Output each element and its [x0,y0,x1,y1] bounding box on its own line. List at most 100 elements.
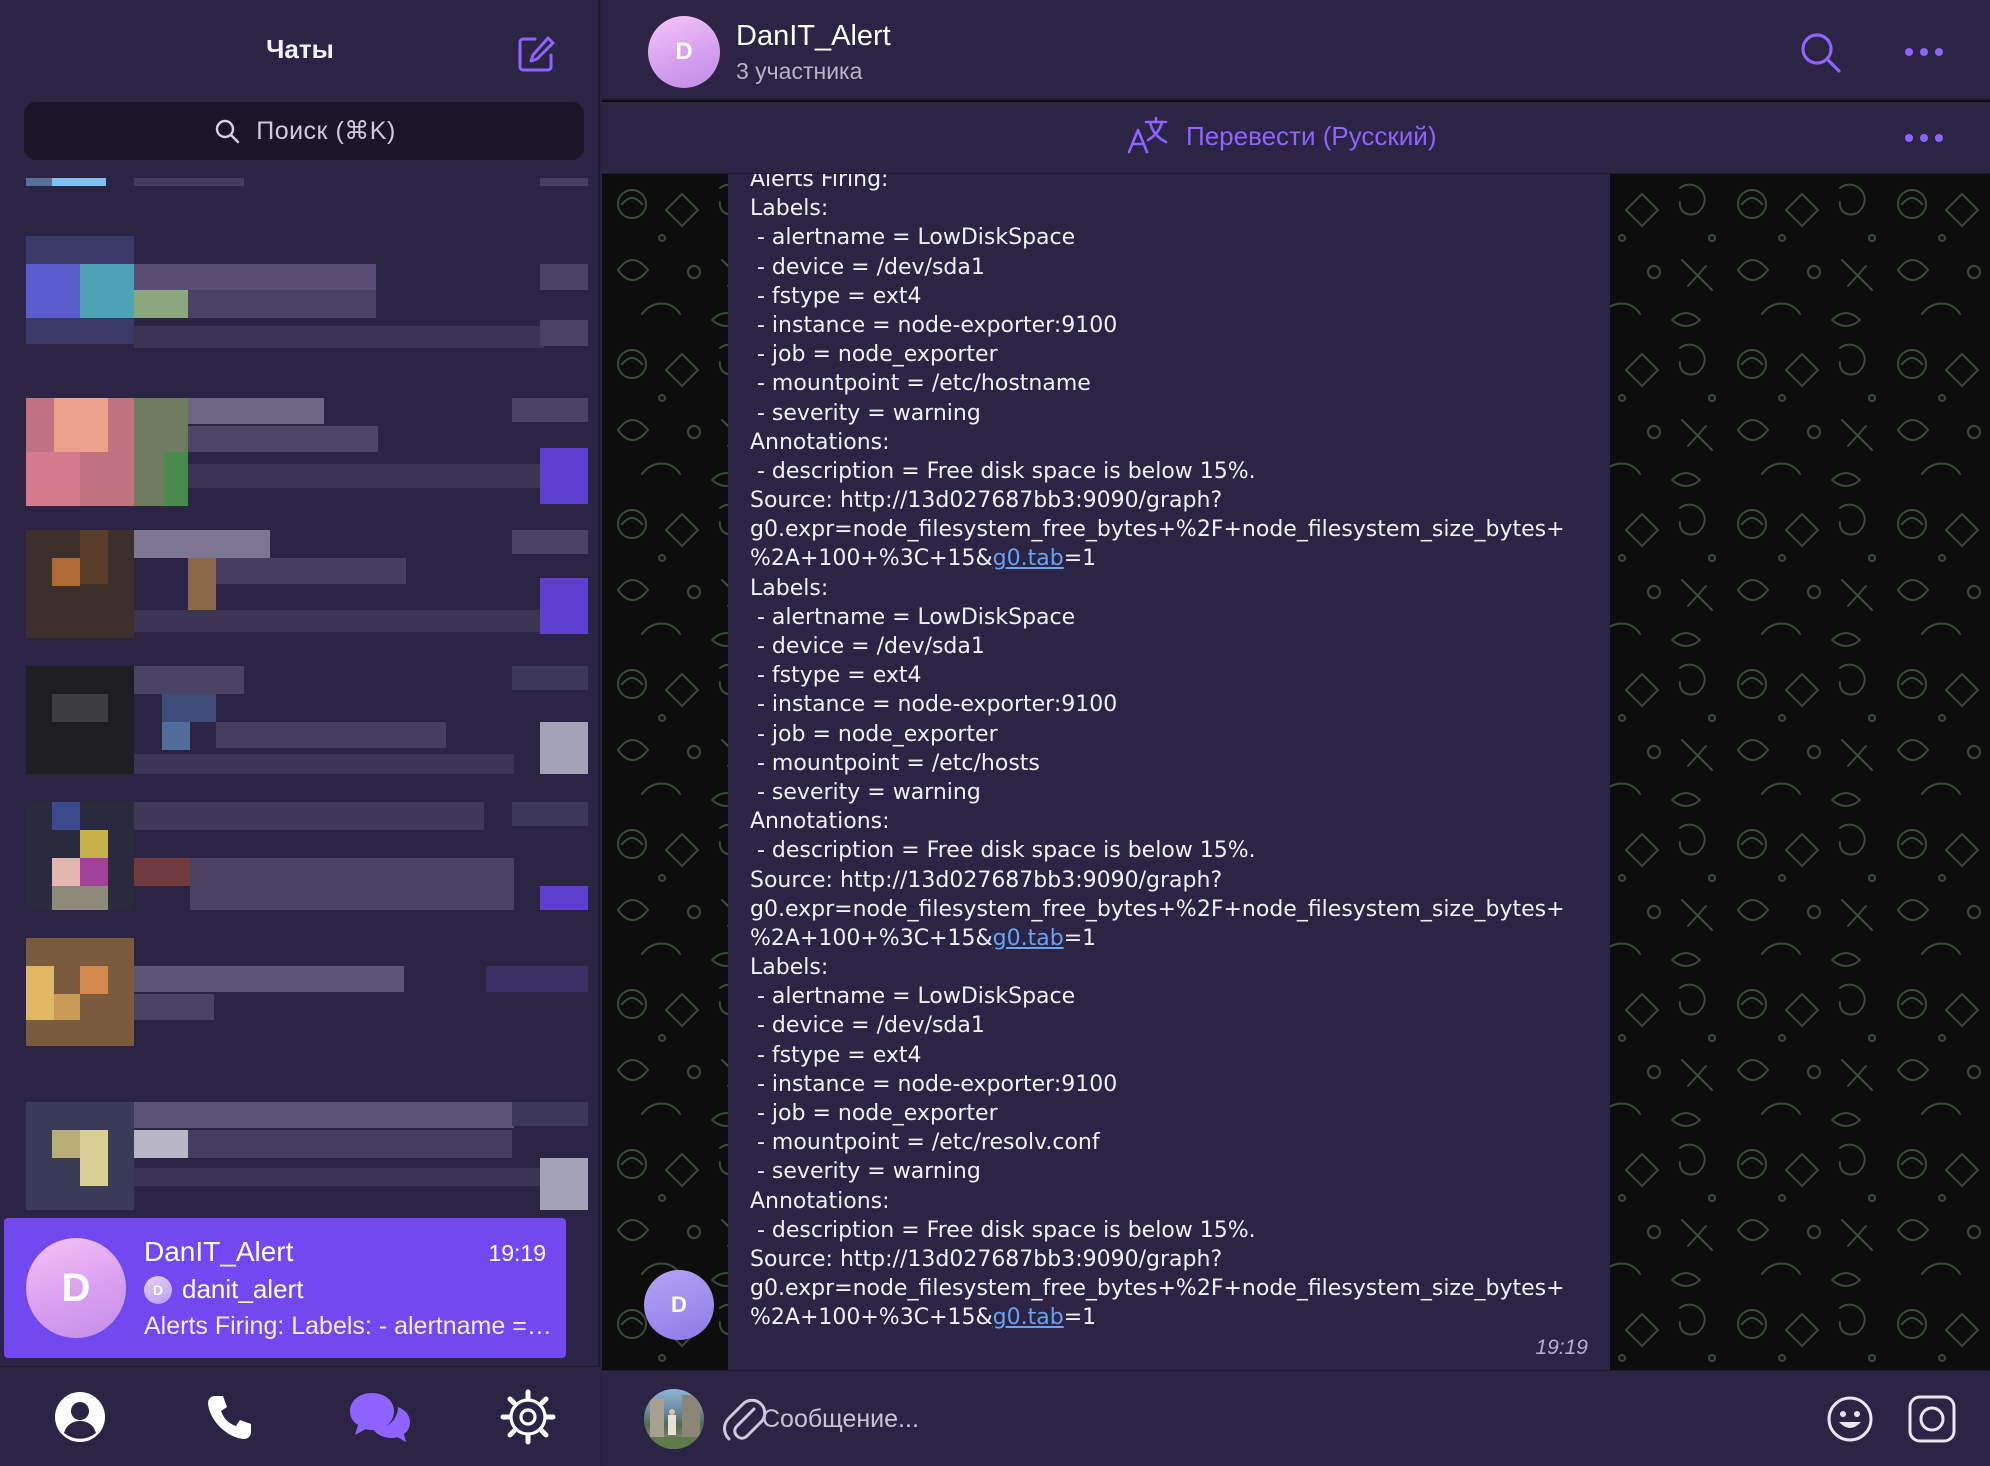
message-line: g0.expr=node_filesystem_free_bytes+%2F+n… [750,1274,1565,1303]
message-line: %2A+100+%3C+15&g0.tab=1 [750,544,1565,573]
camera-square-icon [1908,1395,1956,1443]
message-link[interactable]: g0.tab [993,546,1064,571]
message-line: - device = /dev/sda1 [750,1011,1565,1040]
message-line: Labels: [750,194,1565,223]
avatar: D [26,1238,126,1338]
message-line: Source: http://13d027687bb3:9090/graph? [750,486,1565,515]
message-line: g0.expr=node_filesystem_free_bytes+%2F+n… [750,895,1565,924]
tab-contacts[interactable] [48,1385,112,1449]
chat-list[interactable] [0,178,600,1218]
chat-sidebar: Чаты Поиск (⌘K) D DanIT_Alert 19:19 D da… [0,0,600,1466]
message-line-text: Labels: [750,196,829,222]
message-line: Labels: [750,953,1565,982]
message-line: Labels: [750,574,1565,603]
message-line-text: - description = Free disk space is below… [750,1217,1256,1243]
chat-panel: D DanIT_Alert 3 участника Перевести (Рус… [602,0,1990,1466]
chat-list-item[interactable] [0,802,600,932]
message-line: - severity = warning [750,399,1565,428]
message-line-text: - fstype = ext4 [750,283,922,309]
translate-icon [1127,116,1168,154]
sender-avatar[interactable]: D [644,1270,714,1340]
translate-button[interactable]: Перевести (Русский) [1126,116,1437,156]
paperclip-icon [723,1398,766,1441]
search-input[interactable]: Поиск (⌘K) [24,102,584,160]
compose-icon [518,36,555,72]
message-line-text: Annotations: [750,429,890,455]
search-button[interactable] [1792,24,1848,80]
message-line-tail: =1 [1063,546,1097,572]
message-line-text: %2A+100+%3C+15& [750,925,993,951]
tab-calls[interactable] [198,1385,262,1449]
member-count: 3 участника [736,58,863,84]
message-line-text: - severity = warning [750,779,981,805]
message-line-text: - job = node_exporter [750,721,998,747]
message-line: - job = node_exporter [750,720,1565,749]
message-line-text: - severity = warning [750,400,981,426]
message-line-text: g0.expr=node_filesystem_free_bytes+%2F+n… [750,896,1565,922]
bottom-tab-bar [0,1366,600,1466]
compose-button[interactable] [512,30,560,78]
message-line: - alertname = LowDiskSpace [750,982,1565,1011]
avatar-photo-icon [644,1395,704,1449]
chat-header: D DanIT_Alert 3 участника [602,0,1990,100]
video-message-button[interactable] [1904,1391,1960,1447]
search-icon [212,116,242,146]
message-line: %2A+100+%3C+15&g0.tab=1 [750,924,1565,953]
message-line-text: Source: http://13d027687bb3:9090/graph? [750,867,1223,893]
message-line-text: Source: http://13d027687bb3:9090/graph? [750,1246,1223,1272]
message-line: - alertname = LowDiskSpace [750,223,1565,252]
chat-bubbles-icon [350,1393,410,1442]
message-line-text: - job = node_exporter [750,342,998,368]
chat-list-item[interactable] [0,530,600,660]
chat-list-item[interactable] [0,666,600,796]
chat-time: 19:19 [488,1240,546,1266]
emoji-button[interactable] [1822,1391,1878,1447]
message-line-text: Labels: [750,575,829,601]
chat-avatar[interactable]: D [648,16,720,88]
chat-list-item[interactable] [0,398,600,528]
message-composer [602,1370,1990,1466]
tab-chats[interactable] [348,1385,412,1449]
chat-list-item[interactable] [0,1102,600,1218]
message-line: - device = /dev/sda1 [750,632,1565,661]
message-time: 19:19 [1535,1336,1588,1359]
chat-list-item[interactable] [0,938,600,1068]
message-line: Alerts Firing: [750,174,1565,194]
chat-name: DanIT_Alert [144,1236,294,1267]
message-line-text: - fstype = ext4 [750,1042,922,1068]
message-line-text: %2A+100+%3C+15& [750,546,993,572]
message-line-text: g0.expr=node_filesystem_free_bytes+%2F+n… [750,1276,1565,1302]
message-bubble[interactable]: Alerts Firing: Labels: - alertname = LowD… [728,174,1610,1370]
sidebar-title: Чаты [266,34,334,64]
message-line: - mountpoint = /etc/hosts [750,749,1565,778]
phone-icon [208,1396,251,1439]
tab-settings[interactable] [496,1385,560,1449]
user-avatar[interactable] [644,1389,704,1449]
chat-list-item-danit-alert[interactable]: D DanIT_Alert 19:19 D danit_alert Alerts… [4,1218,566,1358]
message-line-text: - device = /dev/sda1 [750,254,985,280]
message-line-text: - mountpoint = /etc/hostname [750,371,1091,397]
message-line: - description = Free disk space is below… [750,457,1565,486]
more-button[interactable] [1896,24,1952,80]
message-line: Annotations: [750,807,1565,836]
chat-list-item[interactable] [0,236,600,366]
message-link[interactable]: g0.tab [993,1305,1064,1330]
gear-icon [500,1389,556,1445]
chat-list-item[interactable] [0,178,600,208]
translate-options-button[interactable] [1896,110,1952,166]
smiley-icon [1827,1396,1873,1442]
message-line: - description = Free disk space is below… [750,836,1565,865]
chat-title[interactable]: DanIT_Alert [736,20,891,53]
message-line: - fstype = ext4 [750,282,1565,311]
message-line: Source: http://13d027687bb3:9090/graph? [750,1245,1565,1274]
message-input[interactable] [762,1393,1762,1445]
message-line: - severity = warning [750,1157,1565,1186]
message-line-text: - device = /dev/sda1 [750,1013,985,1039]
translate-bar: Перевести (Русский) [602,102,1990,174]
search-placeholder: Поиск (⌘K) [256,117,396,145]
message-line-tail: =1 [1063,1305,1097,1331]
message-line-text: - mountpoint = /etc/resolv.conf [750,1130,1100,1156]
sender-name: danit_alert [182,1274,304,1304]
message-link[interactable]: g0.tab [993,926,1064,951]
chat-background: Alerts Firing: Labels: - alertname = LowD… [602,174,1990,1370]
